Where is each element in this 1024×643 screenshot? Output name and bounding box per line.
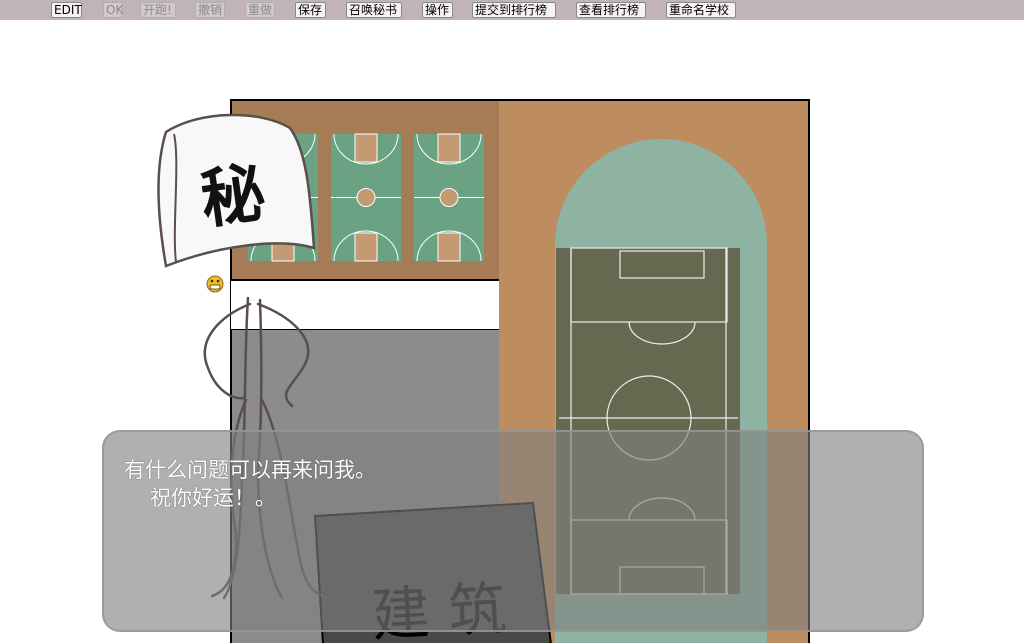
undo-button[interactable]: 撤销: [195, 2, 225, 18]
rename-school-button[interactable]: 重命名学校: [666, 2, 736, 18]
edit-button[interactable]: EDIT: [51, 2, 82, 18]
grinning-face-icon: [206, 275, 224, 293]
campus-gap: [231, 280, 499, 330]
toolbar: EDIT OK 开跑! 撤销 重做 保存 召唤秘书 操作 提交到排行榜 查看排行…: [0, 0, 1024, 20]
dialog-box[interactable]: 有什么问题可以再来问我。 祝你好运！。: [102, 430, 924, 632]
secretary-flag-text: 秘: [196, 156, 270, 238]
dialog-line-1: 有什么问题可以再来问我。: [124, 458, 376, 482]
redo-button[interactable]: 重做: [245, 2, 275, 18]
save-button[interactable]: 保存: [295, 2, 326, 18]
basketball-court[interactable]: [331, 133, 401, 262]
start-run-button[interactable]: 开跑!: [140, 2, 176, 18]
dialog-line-2: 祝你好运！。: [150, 486, 276, 510]
submit-leaderboard-button[interactable]: 提交到排行榜: [472, 2, 556, 18]
ok-button[interactable]: OK: [103, 2, 123, 18]
basketball-court[interactable]: [414, 133, 484, 262]
operations-button[interactable]: 操作: [422, 2, 453, 18]
summon-secretary-button[interactable]: 召唤秘书: [346, 2, 402, 18]
view-leaderboard-button[interactable]: 查看排行榜: [576, 2, 646, 18]
